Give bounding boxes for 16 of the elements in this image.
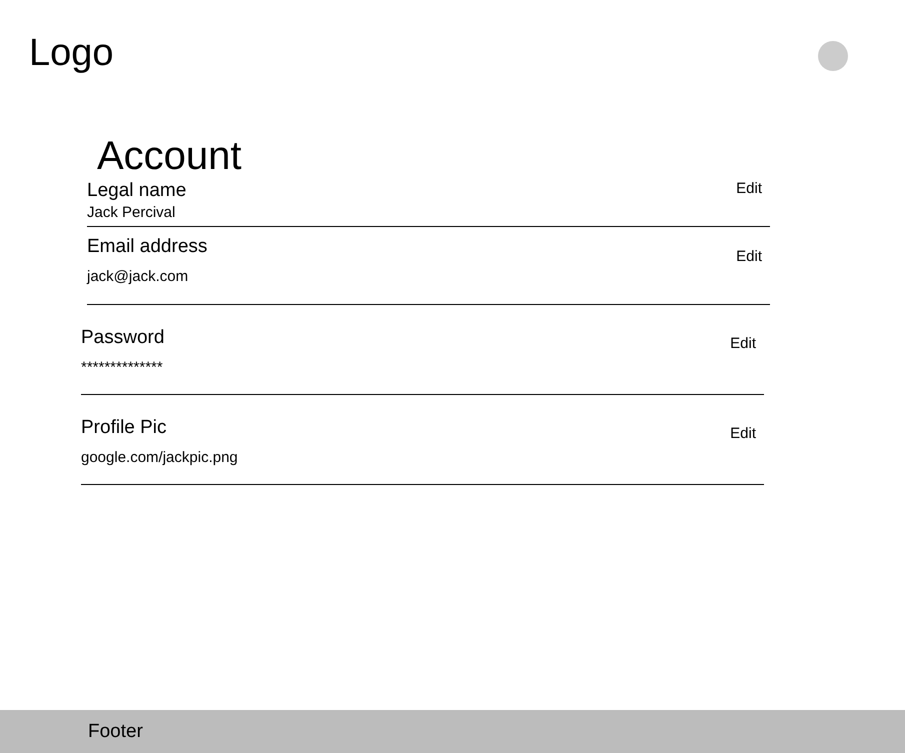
field-label: Profile Pic [81, 416, 168, 440]
field-label: Password [81, 326, 164, 350]
logo: Logo [29, 31, 114, 76]
footer-text: Footer [88, 720, 143, 742]
edit-link[interactable]: Edit [736, 247, 762, 304]
page-title: Account [97, 133, 243, 175]
field-label: Legal name [87, 179, 186, 203]
field-value: Jack Percival [87, 203, 176, 223]
field-value: ************** [81, 358, 164, 378]
edit-link[interactable]: Edit [736, 179, 762, 226]
field-label: Email address [87, 235, 208, 259]
edit-link[interactable]: Edit [730, 334, 756, 394]
field-value: jack@jack.com [87, 267, 190, 287]
edit-link[interactable]: Edit [730, 424, 756, 484]
field-value: google.com/jackpic.png [81, 448, 238, 468]
avatar-icon[interactable] [818, 41, 848, 71]
